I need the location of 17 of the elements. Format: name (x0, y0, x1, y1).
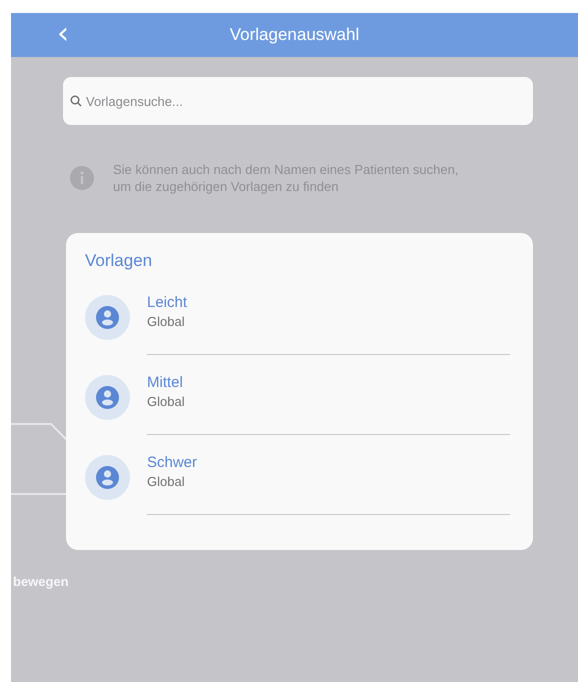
template-scope: Global (147, 313, 185, 331)
search-field[interactable]: Vorlagensuche... (63, 77, 533, 125)
template-name: Schwer (147, 453, 198, 473)
screen-title: Vorlagenauswahl (230, 25, 360, 45)
card-title: Vorlagen (85, 251, 154, 271)
info-icon (70, 166, 94, 190)
user-avatar-icon (85, 375, 130, 420)
user-avatar-icon (85, 295, 130, 340)
template-scope: Global (147, 473, 185, 491)
template-scope: Global (147, 393, 185, 411)
template-item[interactable]: Mittel Global (85, 373, 510, 453)
template-name: Mittel (147, 373, 183, 393)
back-button[interactable]: ‹ (53, 19, 73, 49)
template-name: Leicht (147, 293, 188, 313)
user-avatar-icon (85, 455, 130, 500)
template-item[interactable]: Schwer Global (85, 453, 510, 515)
template-item[interactable]: Leicht Global (85, 293, 510, 373)
